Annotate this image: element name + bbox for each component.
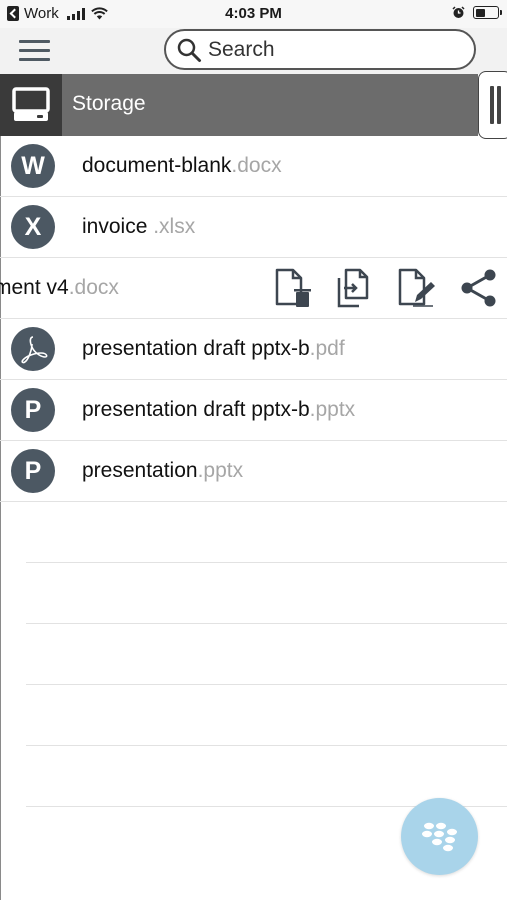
pdf-icon: [11, 327, 55, 371]
status-time: 4:03 PM: [225, 5, 282, 22]
file-row[interactable]: X invoice .xlsx: [0, 197, 507, 258]
file-extension: .docx: [68, 276, 119, 299]
empty-row: [26, 563, 507, 624]
storage-title: Storage: [72, 92, 146, 115]
file-name: presentation.pptx: [82, 459, 244, 482]
status-bar: Work 4:03 PM: [0, 0, 507, 28]
search-input[interactable]: Search: [164, 29, 476, 70]
alarm-icon: [452, 6, 465, 18]
file-row[interactable]: W document-blank.docx: [0, 136, 507, 197]
file-row[interactable]: P presentation.pptx: [0, 441, 507, 502]
file-name: document-blank.docx: [82, 154, 282, 177]
row-actions: [273, 268, 499, 308]
delete-file-icon[interactable]: [273, 268, 313, 308]
battery-icon: [473, 6, 502, 19]
top-bar: Search: [0, 28, 507, 74]
file-name: invoice .xlsx: [82, 215, 196, 238]
move-file-icon[interactable]: [335, 268, 375, 308]
search-placeholder: Search: [208, 37, 275, 61]
file-extension: .docx: [231, 154, 282, 177]
file-row-swiped[interactable]: ment v4.docx: [0, 258, 507, 319]
file-list: W document-blank.docx X invoice .xlsx me…: [0, 136, 507, 807]
file-name: presentation draft pptx-b.pptx: [82, 398, 356, 421]
empty-row: [26, 685, 507, 746]
excel-icon: X: [11, 205, 55, 249]
panel-drag-handle[interactable]: [478, 71, 507, 139]
storage-header[interactable]: Storage: [0, 74, 478, 136]
file-row[interactable]: P presentation draft pptx-b.pptx: [0, 380, 507, 441]
hamburger-icon[interactable]: [19, 40, 50, 62]
file-extension: .pdf: [309, 337, 345, 360]
file-row[interactable]: presentation draft pptx-b.pdf: [0, 319, 507, 380]
powerpoint-icon: P: [11, 449, 55, 493]
search-icon: [177, 38, 201, 62]
file-extension: .xlsx: [153, 215, 196, 238]
word-icon: W: [11, 144, 55, 188]
file-extension: .pptx: [309, 398, 356, 421]
blackberry-logo-icon[interactable]: [401, 798, 478, 875]
laptop-icon: [0, 74, 62, 136]
share-icon[interactable]: [459, 268, 499, 308]
empty-row: [26, 624, 507, 685]
file-name: ment v4.docx: [0, 276, 119, 299]
status-right: [452, 6, 502, 19]
rename-file-icon[interactable]: [397, 268, 437, 308]
powerpoint-icon: P: [11, 388, 55, 432]
file-name: presentation draft pptx-b.pdf: [82, 337, 345, 360]
empty-row: [26, 502, 507, 563]
file-extension: .pptx: [197, 459, 244, 482]
